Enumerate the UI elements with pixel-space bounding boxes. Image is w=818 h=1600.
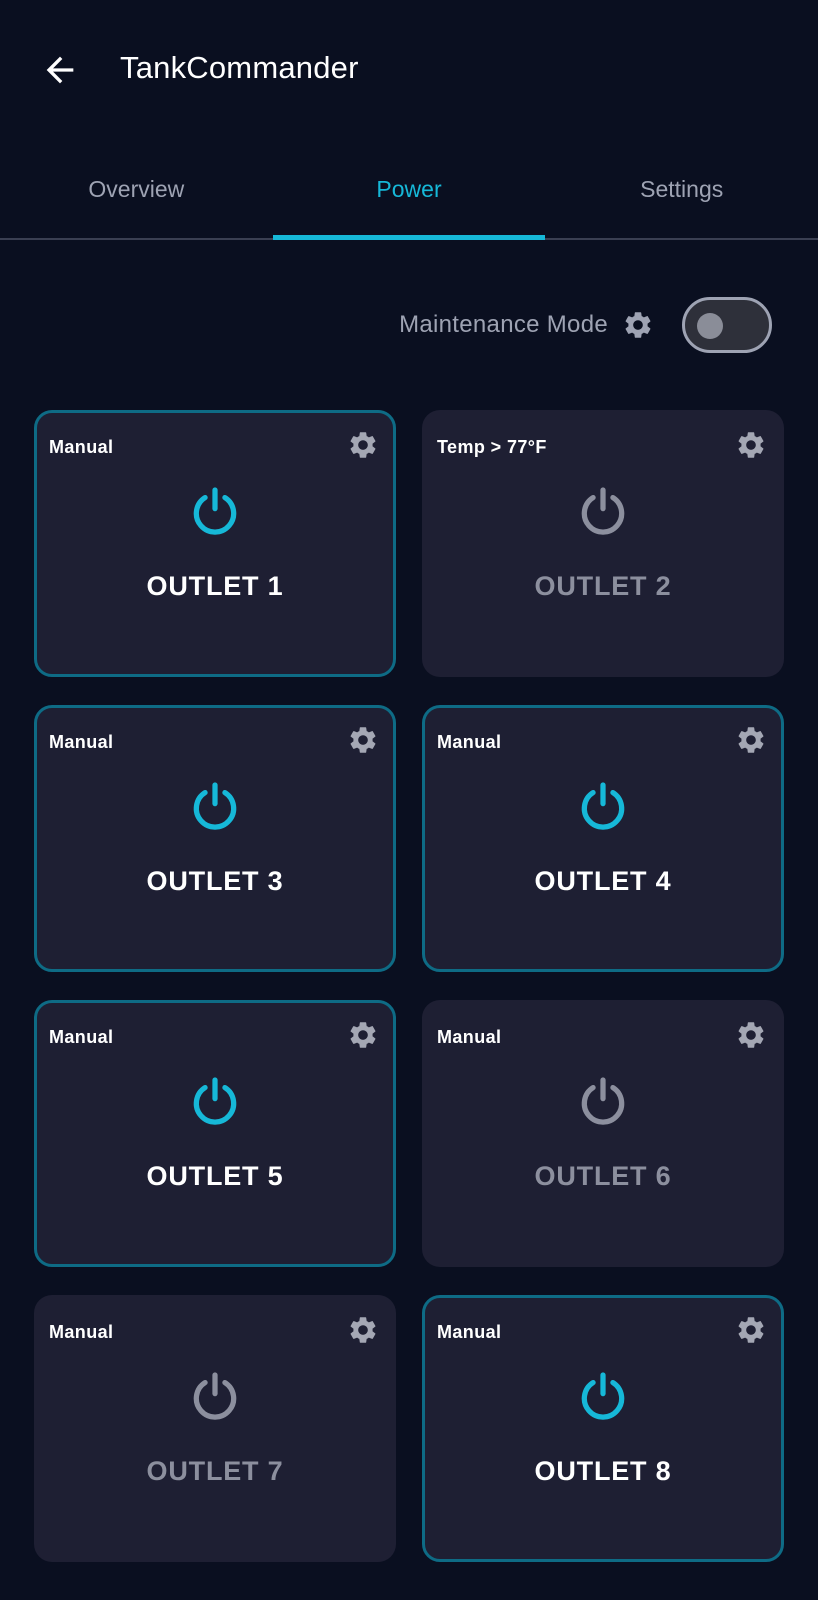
maintenance-mode-label: Maintenance Mode xyxy=(399,311,608,338)
power-icon[interactable] xyxy=(575,778,631,834)
outlet-settings-button[interactable] xyxy=(735,1314,767,1346)
back-button[interactable] xyxy=(36,46,84,94)
outlet-mode-label: Manual xyxy=(49,732,114,752)
tab-label: Power xyxy=(376,176,442,202)
power-icon[interactable] xyxy=(575,1368,631,1424)
gear-icon xyxy=(350,1317,376,1343)
outlet-mode-label: Manual xyxy=(49,1322,114,1342)
outlet-card-1[interactable]: Manual OUTLET 1 xyxy=(34,410,396,677)
outlet-settings-button[interactable] xyxy=(735,429,767,461)
tab-settings[interactable]: Settings xyxy=(545,150,818,238)
maintenance-mode-toggle[interactable] xyxy=(682,297,772,353)
outlet-card-5[interactable]: Manual OUTLET 5 xyxy=(34,1000,396,1267)
power-icon[interactable] xyxy=(187,1368,243,1424)
outlet-name: OUTLET 2 xyxy=(534,571,672,601)
outlet-name: OUTLET 5 xyxy=(146,1161,284,1191)
power-icon[interactable] xyxy=(187,778,243,834)
outlet-mode-label: Manual xyxy=(437,732,502,752)
outlet-grid: Manual OUTLET 1 Temp > 77°F OUTLET 2 Man… xyxy=(34,410,784,1562)
gear-icon xyxy=(625,312,651,338)
tab-label: Overview xyxy=(88,176,185,202)
outlet-settings-button[interactable] xyxy=(347,1314,379,1346)
outlet-name: OUTLET 1 xyxy=(146,571,284,601)
arrow-left-icon xyxy=(46,56,74,84)
app-title: TankCommander xyxy=(120,50,359,85)
toggle-knob xyxy=(697,313,723,339)
outlet-settings-button[interactable] xyxy=(347,724,379,756)
gear-icon xyxy=(738,1022,764,1048)
power-icon[interactable] xyxy=(187,483,243,539)
outlet-name: OUTLET 6 xyxy=(534,1161,672,1191)
outlet-mode-label: Temp > 77°F xyxy=(437,437,547,457)
outlet-card-7[interactable]: Manual OUTLET 7 xyxy=(34,1295,396,1562)
power-icon[interactable] xyxy=(575,1073,631,1129)
outlet-settings-button[interactable] xyxy=(347,429,379,461)
outlet-card-6[interactable]: Manual OUTLET 6 xyxy=(422,1000,784,1267)
outlet-name: OUTLET 4 xyxy=(534,866,672,896)
outlet-mode-label: Manual xyxy=(437,1027,502,1047)
outlet-mode-label: Manual xyxy=(49,1027,114,1047)
maintenance-mode-row: Maintenance Mode xyxy=(399,296,772,354)
gear-icon xyxy=(738,432,764,458)
outlet-name: OUTLET 7 xyxy=(146,1456,284,1486)
app-root: TankCommander Overview Power Settings Ma… xyxy=(0,0,818,1600)
outlet-name: OUTLET 3 xyxy=(146,866,284,896)
outlet-mode-label: Manual xyxy=(49,437,114,457)
gear-icon xyxy=(738,1317,764,1343)
outlet-settings-button[interactable] xyxy=(735,1019,767,1051)
outlet-card-8[interactable]: Manual OUTLET 8 xyxy=(422,1295,784,1562)
tab-bar: Overview Power Settings xyxy=(0,150,818,240)
app-bar: TankCommander xyxy=(0,0,818,136)
outlet-settings-button[interactable] xyxy=(347,1019,379,1051)
tab-overview[interactable]: Overview xyxy=(0,150,273,238)
gear-icon xyxy=(738,727,764,753)
outlet-mode-label: Manual xyxy=(437,1322,502,1342)
outlet-name: OUTLET 8 xyxy=(534,1456,672,1486)
gear-icon xyxy=(350,432,376,458)
tab-label: Settings xyxy=(640,176,724,202)
power-icon[interactable] xyxy=(575,483,631,539)
outlet-card-2[interactable]: Temp > 77°F OUTLET 2 xyxy=(422,410,784,677)
outlet-card-4[interactable]: Manual OUTLET 4 xyxy=(422,705,784,972)
gear-icon xyxy=(350,1022,376,1048)
power-icon[interactable] xyxy=(187,1073,243,1129)
outlet-card-3[interactable]: Manual OUTLET 3 xyxy=(34,705,396,972)
tab-power[interactable]: Power xyxy=(272,150,546,240)
gear-icon xyxy=(350,727,376,753)
maintenance-settings-button[interactable] xyxy=(622,309,654,341)
outlet-settings-button[interactable] xyxy=(735,724,767,756)
